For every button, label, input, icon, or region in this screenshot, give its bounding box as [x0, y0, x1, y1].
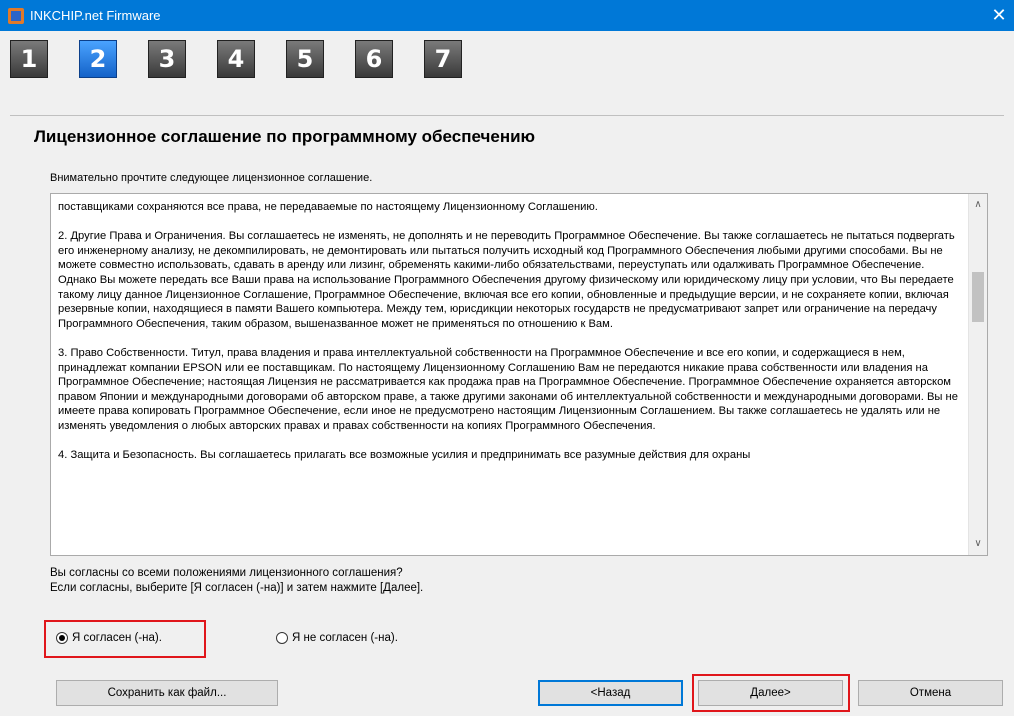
- agree-radio-dot[interactable]: [56, 632, 68, 644]
- disagree-radio-label: Я не согласен (-на).: [292, 632, 398, 644]
- scroll-up-icon[interactable]: ∧: [969, 196, 987, 214]
- step-2: 2: [79, 40, 117, 78]
- question-line-2: Если согласны, выберите [Я согласен (-на…: [50, 582, 424, 594]
- license-textbox[interactable]: поставщиками сохраняются все права, не п…: [50, 193, 988, 556]
- save-as-file-button[interactable]: Сохранить как файл...: [56, 680, 278, 706]
- scroll-down-icon[interactable]: ∨: [969, 535, 987, 553]
- scroll-thumb[interactable]: [972, 272, 984, 322]
- step-3: 3: [148, 40, 186, 78]
- agreement-question: Вы согласны со всеми положениями лицензи…: [50, 566, 423, 596]
- window-title: INKCHIP.net Firmware: [30, 8, 161, 23]
- step-6: 6: [355, 40, 393, 78]
- title-bar: INKCHIP.net Firmware ✕: [0, 0, 1014, 31]
- cancel-button[interactable]: Отмена: [858, 680, 1003, 706]
- step-4: 4: [217, 40, 255, 78]
- next-highlight: [692, 674, 850, 712]
- agree-radio-label: Я согласен (-на).: [72, 632, 162, 644]
- agree-radio[interactable]: Я согласен (-на).: [56, 628, 162, 648]
- intro-text: Внимательно прочтите следующее лицензион…: [50, 172, 373, 184]
- disagree-radio-dot[interactable]: [276, 632, 288, 644]
- license-scrollbar[interactable]: ∧ ∨: [968, 194, 987, 555]
- step-1: 1: [10, 40, 48, 78]
- disagree-radio[interactable]: Я не согласен (-на).: [276, 628, 398, 648]
- question-line-1: Вы согласны со всеми положениями лицензи…: [50, 567, 403, 579]
- step-5: 5: [286, 40, 324, 78]
- back-button[interactable]: <Назад: [538, 680, 683, 706]
- page-title: Лицензионное соглашение по программному …: [34, 127, 536, 146]
- license-text: поставщиками сохраняются все права, не п…: [58, 201, 958, 462]
- step-7: 7: [424, 40, 462, 78]
- app-icon: [8, 8, 24, 24]
- divider: [10, 115, 1004, 116]
- close-icon[interactable]: ✕: [984, 0, 1014, 31]
